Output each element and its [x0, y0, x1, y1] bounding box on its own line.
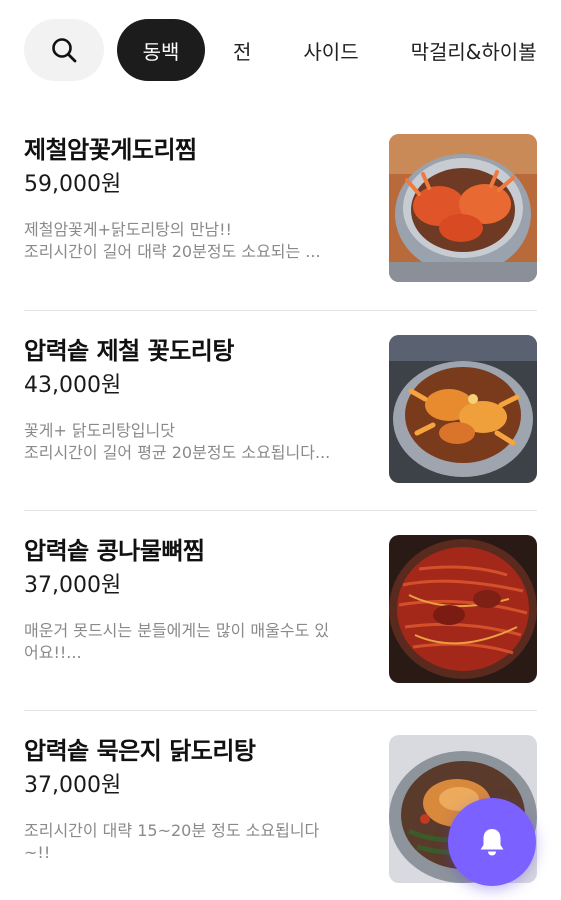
category-bar: 동백 전 사이드 막걸리&하이볼 — [0, 0, 561, 100]
description-line: 조리시간이 길어 대략 20분정도 소요되는 ... — [24, 242, 321, 261]
menu-item-price: 59,000원 — [24, 172, 122, 197]
menu-item-description: 제철암꽃게+닭도리탕의 만남!! 조리시간이 길어 대략 20분정도 소요되는 … — [24, 219, 364, 263]
description-line: 제철암꽃게+닭도리탕의 만남!! — [24, 220, 232, 239]
category-tab[interactable]: 전 — [205, 19, 277, 81]
category-tab-active[interactable]: 동백 — [117, 19, 205, 81]
menu-item-info: 압력솥 묵은지 닭도리탕 37,000원 조리시간이 대략 15~20분 정도 … — [24, 735, 364, 864]
menu-item-name: 제철암꽃게도리찜 — [24, 136, 197, 164]
menu-item-price: 37,000원 — [24, 773, 122, 798]
menu-item-price: 37,000원 — [24, 573, 122, 598]
menu-item-info: 압력솥 제철 꽃도리탕 43,000원 꽃게+ 닭도리탕입니닷 조리시간이 길어… — [24, 335, 364, 464]
menu-page: 동백 전 사이드 막걸리&하이볼 제철암꽃게도리찜 59,000원 제철암꽃게+… — [0, 0, 561, 900]
menu-list: 제철암꽃게도리찜 59,000원 제철암꽃게+닭도리탕의 만남!! 조리시간이 … — [0, 100, 561, 900]
description-line: 꽃게+ 닭도리탕입니닷 — [24, 421, 175, 440]
search-icon — [52, 38, 77, 63]
category-tab[interactable]: 사이드 — [277, 19, 384, 81]
menu-item-info: 제철암꽃게도리찜 59,000원 제철암꽃게+닭도리탕의 만남!! 조리시간이 … — [24, 134, 364, 263]
description-line: 조리시간이 대략 15~20분 정도 소요됩니다 — [24, 821, 320, 840]
menu-item-photo — [389, 535, 537, 683]
menu-item-info: 압력솥 콩나물뼈찜 37,000원 매운거 못드시는 분들에게는 많이 매울수도… — [24, 535, 364, 664]
menu-item[interactable]: 압력솥 콩나물뼈찜 37,000원 매운거 못드시는 분들에게는 많이 매울수도… — [24, 511, 537, 711]
description-line: 매운거 못드시는 분들에게는 많이 매울수도 있 — [24, 621, 330, 640]
menu-item[interactable]: 제철암꽃게도리찜 59,000원 제철암꽃게+닭도리탕의 만남!! 조리시간이 … — [24, 100, 537, 311]
menu-item-description: 조리시간이 대략 15~20분 정도 소요됩니다 ~!! — [24, 820, 364, 864]
category-tab[interactable]: 막걸리&하이볼 — [385, 19, 561, 81]
menu-item-name: 압력솥 제철 꽃도리탕 — [24, 337, 234, 365]
menu-item-photo — [389, 134, 537, 282]
menu-item-name: 압력솥 콩나물뼈찜 — [24, 537, 205, 565]
bell-icon — [480, 829, 504, 856]
description-line: 어요!!... — [24, 643, 82, 662]
menu-item-price: 43,000원 — [24, 373, 122, 398]
description-line: 조리시간이 길어 평균 20분정도 소요됩니다... — [24, 443, 331, 462]
menu-item-photo — [389, 335, 537, 483]
menu-item-description: 꽃게+ 닭도리탕입니닷 조리시간이 길어 평균 20분정도 소요됩니다... — [24, 420, 364, 464]
search-button[interactable] — [24, 19, 104, 81]
menu-item-name: 압력솥 묵은지 닭도리탕 — [24, 737, 256, 765]
description-line: ~!! — [24, 843, 51, 862]
notification-button[interactable] — [448, 798, 536, 886]
menu-item-description: 매운거 못드시는 분들에게는 많이 매울수도 있 어요!!... — [24, 620, 364, 664]
menu-item[interactable]: 압력솥 제철 꽃도리탕 43,000원 꽃게+ 닭도리탕입니닷 조리시간이 길어… — [24, 311, 537, 511]
